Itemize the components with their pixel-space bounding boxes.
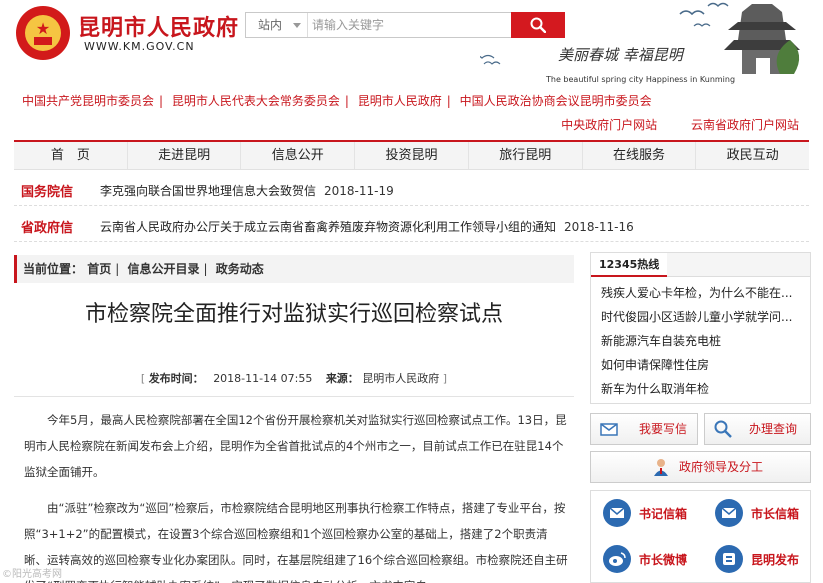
hotline-item[interactable]: 新车为什么取消年检 (601, 377, 801, 401)
org-link[interactable]: 昆明市人民政府 (358, 94, 442, 108)
notice-tag: 国务院信 (21, 185, 74, 200)
banner-slogan-en: The beautiful spring city Happiness in K… (546, 75, 736, 84)
notice-date: 2018-11-16 (564, 220, 634, 234)
kunming-release-button[interactable]: 昆明发布 (703, 541, 811, 579)
breadcrumb-item-news[interactable]: 政务动态 (216, 262, 264, 276)
article-paragraph: 由“派驻”检察改为“巡回”检察后，市检察院结合昆明地区刑事执行检察工作特点，搭建… (24, 501, 568, 583)
kunming-release-label: 昆明发布 (751, 553, 800, 567)
hotline-item[interactable]: 残疾人爱心卡年检，为什么不能在... (601, 281, 801, 305)
breadcrumb: 当前位置： 首页 | 信息公开目录 | 政务动态 (14, 255, 574, 283)
notice-link[interactable]: 李克强向联合国世界地理信息大会致贺信 2018-11-19 (100, 182, 394, 199)
chevron-down-icon (293, 23, 301, 28)
nav-item-invest[interactable]: 投资昆明 (355, 142, 469, 169)
article-meta: [ 发布时间： 2018-11-14 07:55 来源： 昆明市人民政府 ] (140, 372, 448, 385)
nav-item-info[interactable]: 信息公开 (241, 142, 356, 169)
notice-state-council: 国务院信 李克强向联合国世界地理信息大会致贺信 2018-11-19 (14, 172, 809, 206)
nav-item-home[interactable]: 首 页 (14, 142, 128, 169)
leaders-button[interactable]: 政府领导及分工 (590, 451, 811, 483)
national-emblem-icon: ★ (16, 6, 70, 60)
check-status-button[interactable]: 办理查询 (704, 413, 811, 445)
banner-slogan: 美丽春城 幸福昆明 (558, 46, 683, 64)
org-link[interactable]: 中国共产党昆明市委员会 (22, 94, 154, 108)
header-banner: 美丽春城 幸福昆明 The beautiful spring city Happ… (480, 0, 823, 88)
hotline-item[interactable]: 新能源汽车自装充电桩 (601, 329, 801, 353)
notice-link[interactable]: 云南省人民政府办公厅关于成立云南省畜禽养殖废弃物资源化利用工作领导小组的通知 20… (100, 218, 634, 235)
divider (14, 396, 574, 397)
magnifier-icon (714, 420, 732, 438)
weibo-icon (603, 545, 631, 573)
hotline-item[interactable]: 时代俊园小区适龄儿童小学就学问... (601, 305, 801, 329)
channels-panel: 书记信箱 市长信箱 市长微博 昆明发布 (590, 490, 811, 583)
watermark: ©阳光高考网 (2, 569, 62, 580)
mayor-weibo-button[interactable]: 市长微博 (591, 541, 699, 579)
org-link[interactable]: 中国人民政治协商会议昆明市委员会 (460, 94, 652, 108)
notice-date: 2018-11-19 (324, 184, 394, 198)
source-label: 来源： (325, 372, 359, 385)
org-links: 中国共产党昆明市委员会 | 昆明市人民代表大会常务委员会 | 昆明市人民政府 | 中国… (22, 94, 652, 108)
publish-time: 2018-11-14 07:55 (213, 372, 313, 385)
notice-tag: 省政府信 (21, 221, 74, 236)
portal-link-central[interactable]: 中央政府门户网站 (561, 118, 657, 132)
mayor-mailbox-label: 市长信箱 (751, 507, 800, 521)
notice-text: 云南省人民政府办公厅关于成立云南省畜禽养殖废弃物资源化利用工作领导小组的通知 (100, 220, 557, 234)
breadcrumb-label: 当前位置： (23, 262, 84, 276)
mail-icon (715, 499, 743, 527)
breadcrumb-item-catalog[interactable]: 信息公开目录 (127, 262, 199, 276)
mayor-mailbox-button[interactable]: 市长信箱 (703, 495, 811, 533)
nav-item-services[interactable]: 在线服务 (583, 142, 697, 169)
site-url: WWW.KM.GOV.CN (84, 40, 195, 53)
secretary-mailbox-label: 书记信箱 (639, 507, 688, 521)
nav-item-about[interactable]: 走进昆明 (128, 142, 242, 169)
nav-item-interaction[interactable]: 政民互动 (696, 142, 809, 169)
search-scope-select[interactable]: 站内 (246, 13, 308, 37)
notice-text: 李克强向联合国世界地理信息大会致贺信 (100, 184, 317, 198)
mayor-weibo-label: 市长微博 (639, 553, 688, 567)
hotline-item[interactable]: 如何申请保障性住房 (601, 353, 801, 377)
check-status-label: 办理查询 (749, 422, 798, 436)
search-scope-label: 站内 (258, 18, 283, 32)
secretary-mailbox-button[interactable]: 书记信箱 (591, 495, 699, 533)
hotline-title[interactable]: 12345热线 (591, 253, 668, 277)
site-title[interactable]: 昆明市人民政府 (78, 10, 239, 42)
leader-avatar-icon (654, 459, 668, 476)
leaders-label: 政府领导及分工 (679, 460, 764, 474)
mail-icon (603, 499, 631, 527)
write-letter-button[interactable]: 我要写信 (590, 413, 698, 445)
site-header: ★ 昆明市人民政府 WWW.KM.GOV.CN 站内 请输入关键字 美丽春城 幸… (0, 0, 823, 88)
org-link[interactable]: 昆明市人民代表大会常务委员会 (172, 94, 340, 108)
page: ★ 昆明市人民政府 WWW.KM.GOV.CN 站内 请输入关键字 美丽春城 幸… (0, 0, 823, 583)
portal-link-provincial[interactable]: 云南省政府门户网站 (691, 118, 799, 132)
article-paragraph: 今年5月，最高人民检察院部署在全国12个省份开展检察机关对监狱实行巡回检察试点工… (24, 413, 567, 479)
release-icon (715, 545, 743, 573)
breadcrumb-item-home[interactable]: 首页 (87, 262, 111, 276)
article-title: 市检察院全面推行对监狱实行巡回检察试点 (84, 302, 503, 327)
hotline-panel: 12345热线 残疾人爱心卡年检，为什么不能在... 时代俊园小区适龄儿童小学就… (590, 252, 811, 404)
letter-icon (600, 423, 618, 436)
portal-links: 中央政府门户网站 云南省政府门户网站 (561, 116, 799, 133)
article-body: 今年5月，最高人民检察院部署在全国12个省份开展检察机关对监狱实行巡回检察试点工… (24, 407, 568, 583)
write-letter-label: 我要写信 (639, 422, 688, 436)
main-nav: 首 页 走进昆明 信息公开 投资昆明 旅行昆明 在线服务 政民互动 (14, 140, 809, 170)
source-value: 昆明市人民政府 (362, 372, 440, 385)
notice-provincial: 省政府信 云南省人民政府办公厅关于成立云南省畜禽养殖废弃物资源化利用工作领导小组… (14, 208, 809, 242)
nav-item-travel[interactable]: 旅行昆明 (469, 142, 583, 169)
publish-label: 发布时间： (148, 372, 204, 385)
